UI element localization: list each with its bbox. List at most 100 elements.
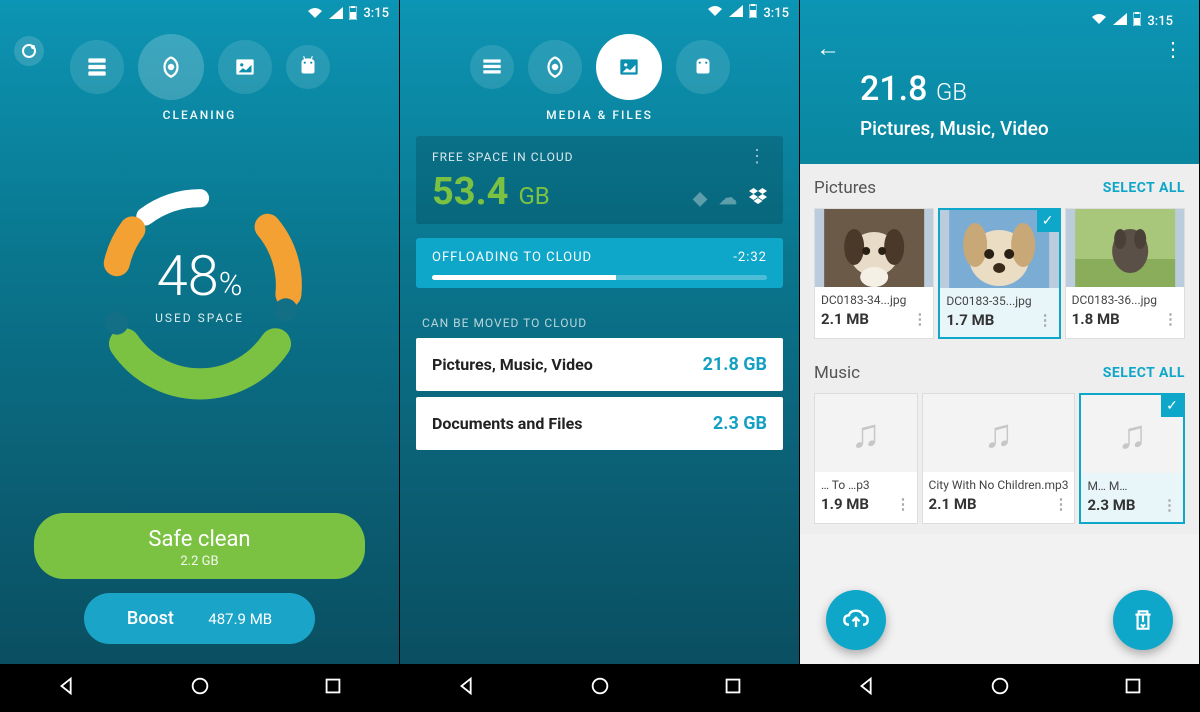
upload-fab[interactable] bbox=[826, 590, 886, 650]
nav-tabs bbox=[400, 26, 799, 100]
signal-icon bbox=[329, 7, 343, 19]
gdrive-icon[interactable]: ◆ bbox=[693, 188, 707, 209]
screen-cleaning: 3:15 CLEANING 48% USED SPACE bbox=[0, 0, 400, 712]
status-time: 3:15 bbox=[363, 6, 389, 21]
item-menu-icon[interactable]: ⋮ bbox=[1038, 311, 1053, 329]
file-name: DC0183-36...jpg bbox=[1066, 287, 1184, 310]
item-menu-icon[interactable]: ⋮ bbox=[1162, 496, 1177, 514]
tab-cleaning[interactable] bbox=[138, 34, 204, 100]
boost-label: Boost bbox=[127, 608, 174, 629]
battery-icon bbox=[749, 4, 757, 22]
wifi-icon bbox=[707, 5, 723, 21]
section-title: Music bbox=[814, 363, 860, 383]
file-size: 2.1 MB bbox=[821, 310, 869, 328]
file-name: DC0183-35...jpg bbox=[940, 288, 1058, 311]
music-thumb[interactable]: ♫ … To …p3 1.9 MB⋮ bbox=[814, 393, 918, 524]
checkmark-icon: ✓ bbox=[1161, 395, 1183, 417]
row-name: Pictures, Music, Video bbox=[432, 355, 593, 374]
signal-icon bbox=[729, 5, 743, 21]
file-size: 2.1 MB bbox=[929, 495, 977, 513]
file-size: 1.8 MB bbox=[1072, 310, 1120, 328]
music-note-icon: ♫ bbox=[1117, 411, 1147, 458]
android-nav-bar bbox=[800, 664, 1199, 712]
row-name: Documents and Files bbox=[432, 414, 582, 433]
row-size: 2.3 GB bbox=[713, 413, 767, 434]
move-to-cloud-label: CAN BE MOVED TO CLOUD bbox=[422, 316, 777, 330]
tab-apps[interactable] bbox=[286, 45, 330, 89]
tab-storage[interactable] bbox=[70, 40, 124, 94]
file-size: 2.3 MB bbox=[1087, 496, 1135, 514]
tab-media[interactable] bbox=[596, 34, 662, 100]
back-arrow-icon[interactable]: ← bbox=[816, 34, 840, 63]
battery-icon bbox=[349, 6, 357, 20]
wifi-icon bbox=[1091, 13, 1107, 29]
back-button[interactable] bbox=[456, 675, 478, 701]
status-bar: 3:15 bbox=[400, 0, 799, 26]
header-size-value: 21.8 bbox=[860, 69, 927, 109]
home-button[interactable] bbox=[189, 675, 211, 701]
file-name: M… M… bbox=[1081, 473, 1183, 496]
status-time: 3:15 bbox=[763, 6, 789, 21]
offload-card[interactable]: OFFLOADING TO CLOUD -2:32 bbox=[416, 238, 783, 288]
dropbox-icon[interactable] bbox=[749, 188, 767, 209]
tab-media[interactable] bbox=[218, 40, 272, 94]
onedrive-icon[interactable]: ☁ bbox=[719, 188, 737, 209]
safe-clean-label: Safe clean bbox=[34, 527, 365, 552]
select-all-button[interactable]: SELECT ALL bbox=[1103, 365, 1185, 381]
tab-apps[interactable] bbox=[676, 40, 730, 94]
tab-storage[interactable] bbox=[470, 45, 514, 89]
select-all-button[interactable]: SELECT ALL bbox=[1103, 180, 1185, 196]
item-menu-icon[interactable]: ⋮ bbox=[912, 310, 927, 328]
music-thumb[interactable]: ✓ ♫ M… M… 2.3 MB ⋮ bbox=[1079, 393, 1185, 524]
free-space-card: FREE SPACE IN CLOUD ⋮ 53.4 GB ◆ ☁ bbox=[416, 136, 783, 224]
category-row-documents[interactable]: Documents and Files 2.3 GB bbox=[416, 397, 783, 450]
picture-thumb[interactable]: DC0183-36...jpg 1.8 MB ⋮ bbox=[1065, 208, 1185, 339]
android-nav-bar bbox=[400, 664, 799, 712]
tab-cleaning[interactable] bbox=[528, 40, 582, 94]
offload-label: OFFLOADING TO CLOUD bbox=[432, 250, 592, 265]
music-thumb[interactable]: ♫ City With No Children.mp3 2.1 MB⋮ bbox=[922, 393, 1076, 524]
recent-button[interactable] bbox=[722, 675, 744, 701]
status-bar: 3:15 bbox=[816, 8, 1183, 34]
boost-button[interactable]: Boost 487.9 MB bbox=[84, 593, 316, 644]
recent-button[interactable] bbox=[322, 675, 344, 701]
item-menu-icon[interactable]: ⋮ bbox=[1053, 495, 1068, 513]
recent-button[interactable] bbox=[1122, 675, 1144, 701]
free-space-value: 53.4 bbox=[432, 170, 508, 214]
usage-gauge: 48% USED SPACE bbox=[70, 154, 330, 414]
card-menu-icon[interactable]: ⋮ bbox=[748, 152, 767, 162]
back-button[interactable] bbox=[56, 675, 78, 701]
back-button[interactable] bbox=[856, 675, 878, 701]
header-subtitle: Pictures, Music, Video bbox=[816, 117, 1183, 140]
wifi-icon bbox=[307, 7, 323, 19]
item-menu-icon[interactable]: ⋮ bbox=[1163, 310, 1178, 328]
home-button[interactable] bbox=[589, 675, 611, 701]
free-space-unit: GB bbox=[518, 182, 549, 210]
delete-fab[interactable] bbox=[1113, 590, 1173, 650]
thumbnail-image bbox=[1066, 209, 1184, 287]
category-row-media[interactable]: Pictures, Music, Video 21.8 GB bbox=[416, 338, 783, 391]
header-size-unit: GB bbox=[936, 78, 967, 106]
home-button[interactable] bbox=[989, 675, 1011, 701]
overflow-menu-icon[interactable]: ⋮ bbox=[1163, 37, 1183, 61]
item-menu-icon[interactable]: ⋮ bbox=[896, 495, 911, 513]
offload-progress bbox=[432, 275, 767, 280]
picture-thumb[interactable]: DC0183-34...jpg 2.1 MB ⋮ bbox=[814, 208, 934, 339]
boost-size: 487.9 MB bbox=[208, 610, 272, 628]
file-name: DC0183-34...jpg bbox=[815, 287, 933, 310]
safe-clean-size: 2.2 GB bbox=[34, 554, 365, 569]
offload-time: -2:32 bbox=[733, 250, 767, 265]
status-bar: 3:15 bbox=[0, 0, 399, 26]
safe-clean-button[interactable]: Safe clean 2.2 GB bbox=[34, 513, 365, 579]
file-size: 1.9 MB bbox=[821, 495, 869, 513]
nav-tabs bbox=[0, 26, 399, 100]
picture-thumb[interactable]: ✓ DC0183-35...jpg 1.7 MB⋮ bbox=[938, 208, 1060, 339]
android-nav-bar bbox=[0, 664, 399, 712]
music-section: Music SELECT ALL ♫ … To …p3 1.9 MB⋮ ♫ Ci… bbox=[800, 349, 1199, 534]
nav-label: CLEANING bbox=[0, 108, 399, 122]
status-time: 3:15 bbox=[1147, 14, 1173, 29]
nav-label: MEDIA & FILES bbox=[400, 108, 799, 122]
music-note-icon: ♫ bbox=[984, 410, 1014, 457]
signal-icon bbox=[1113, 13, 1127, 29]
used-space-label: USED SPACE bbox=[155, 311, 244, 325]
